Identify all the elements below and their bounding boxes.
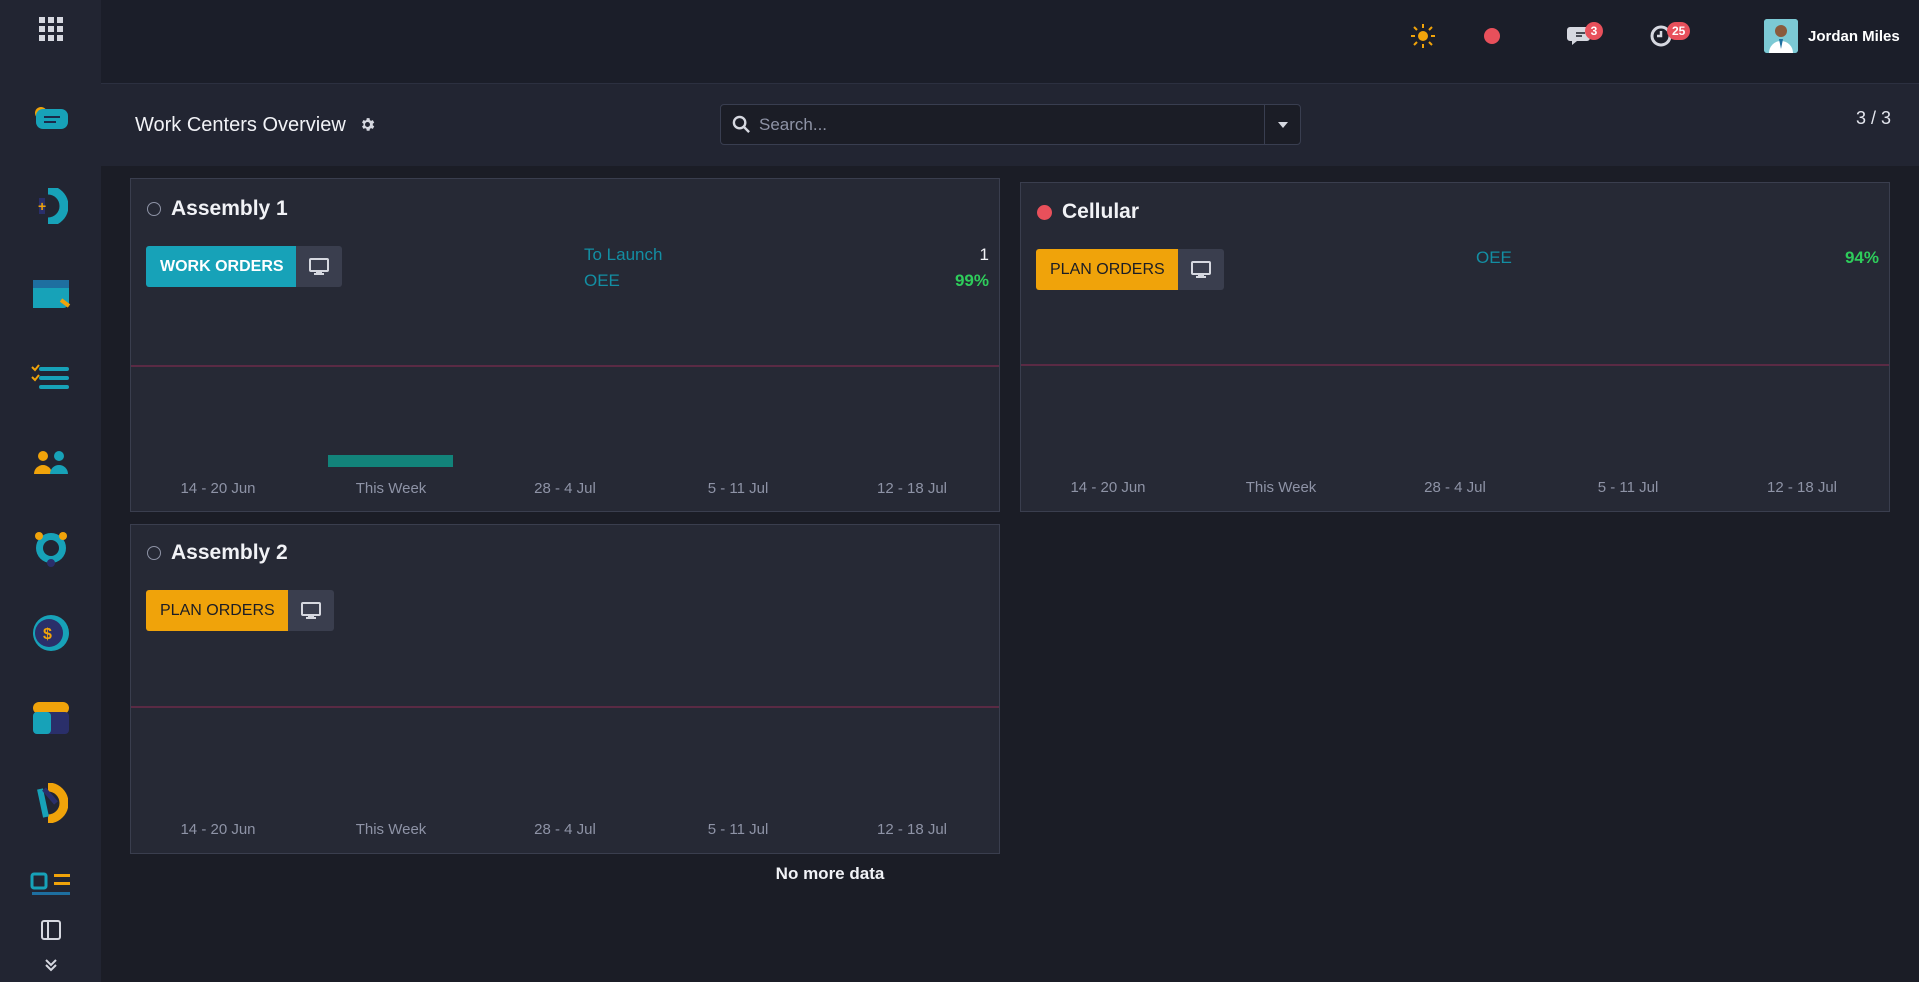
search-options-dropdown[interactable]	[1264, 105, 1300, 144]
discuss-app-icon[interactable]	[28, 96, 74, 142]
x-tick: 14 - 20 Jun	[1070, 479, 1146, 496]
user-menu[interactable]: Jordan Miles	[1764, 0, 1900, 72]
x-tick: This Week	[355, 821, 427, 838]
x-tick: 5 - 11 Jul	[707, 480, 769, 497]
avatar	[1764, 19, 1798, 53]
search-input[interactable]	[759, 105, 1239, 144]
manufacturing-app-icon[interactable]	[28, 525, 74, 571]
apps-grid-icon[interactable]	[28, 6, 74, 52]
sidebar-toggle-icon[interactable]	[28, 907, 74, 953]
plan-orders-button[interactable]: PLAN ORDERS	[146, 590, 289, 631]
planning-app-icon[interactable]	[28, 780, 74, 826]
pager-value[interactable]: 3 / 3	[1856, 108, 1891, 129]
oee-link[interactable]: OEE	[1476, 248, 1512, 268]
workcenter-card-assembly-1[interactable]: Assembly 1 WORK ORDERS To Launch 1 OEE 9…	[130, 178, 1000, 512]
theme-toggle-sun-icon[interactable]	[1409, 0, 1437, 72]
sales-app-icon[interactable]	[28, 270, 74, 316]
activities-button[interactable]: 25	[1649, 0, 1691, 72]
user-name: Jordan Miles	[1808, 27, 1900, 45]
svg-text:+: +	[38, 198, 46, 214]
app-sidebar: + $	[0, 0, 101, 982]
oee-value[interactable]: 94%	[1845, 248, 1879, 268]
x-tick: 14 - 20 Jun	[180, 821, 256, 838]
x-tick: 28 - 4 Jul	[534, 480, 596, 497]
accounting-app-icon[interactable]: $	[28, 610, 74, 656]
caret-down-icon	[1277, 121, 1288, 128]
to-launch-count[interactable]: 1	[980, 245, 989, 265]
search-icon	[732, 115, 751, 139]
to-launch-link[interactable]: To Launch	[584, 245, 662, 265]
tasks-app-icon[interactable]	[28, 355, 74, 401]
chart-baseline	[1021, 364, 1889, 366]
search-bar	[720, 104, 1301, 145]
top-navbar: 3 25 Jordan Miles	[101, 0, 1919, 84]
x-tick: 28 - 4 Jul	[534, 821, 596, 838]
oee-link[interactable]: OEE	[584, 271, 620, 291]
monitor-icon[interactable]	[288, 590, 334, 631]
svg-text:$: $	[43, 626, 52, 643]
status-dot-red[interactable]	[1037, 204, 1052, 220]
x-tick: 12 - 18 Jul	[876, 821, 948, 838]
plan-orders-button[interactable]: PLAN ORDERS	[1036, 249, 1179, 290]
chart-baseline	[131, 706, 999, 708]
workcenter-card-cellular[interactable]: Cellular PLAN ORDERS OEE 94% 14 - 20 Jun…	[1020, 182, 1890, 512]
work-orders-button[interactable]: WORK ORDERS	[146, 246, 298, 287]
card-title[interactable]: Assembly 1	[171, 197, 288, 221]
employees-app-icon[interactable]	[28, 440, 74, 486]
documents-app-icon[interactable]	[28, 860, 74, 906]
kanban-content: Assembly 1 WORK ORDERS To Launch 1 OEE 9…	[110, 166, 1909, 972]
monitor-icon[interactable]	[1178, 249, 1224, 290]
control-panel: Work Centers Overview 3 / 3	[101, 84, 1919, 166]
card-title[interactable]: Assembly 2	[171, 541, 288, 565]
messages-count-badge: 3	[1585, 22, 1603, 40]
x-tick: 28 - 4 Jul	[1424, 479, 1486, 496]
no-more-data-text: No more data	[775, 864, 885, 883]
monitor-icon[interactable]	[296, 246, 342, 287]
x-tick: 5 - 11 Jul	[1597, 479, 1659, 496]
status-dot[interactable]	[147, 202, 161, 216]
status-dot[interactable]	[147, 546, 161, 560]
recording-status-dot[interactable]	[1484, 0, 1500, 72]
oee-value[interactable]: 99%	[955, 271, 989, 291]
gear-icon[interactable]	[359, 116, 376, 138]
expand-more-icon[interactable]	[28, 950, 74, 980]
workcenter-card-assembly-2[interactable]: Assembly 2 PLAN ORDERS 14 - 20 Jun This …	[130, 524, 1000, 854]
activities-count-badge: 25	[1667, 22, 1691, 40]
page-title: Work Centers Overview	[135, 114, 346, 136]
chart-bar-this-week[interactable]	[328, 455, 453, 467]
card-title[interactable]: Cellular	[1062, 200, 1139, 224]
crm-app-icon[interactable]: +	[28, 183, 74, 229]
x-tick: 5 - 11 Jul	[707, 821, 769, 838]
x-tick: This Week	[1245, 479, 1317, 496]
x-tick: This Week	[355, 480, 427, 497]
x-tick: 14 - 20 Jun	[180, 480, 256, 497]
chart-baseline	[131, 365, 999, 367]
x-tick: 12 - 18 Jul	[1766, 479, 1838, 496]
inventory-app-icon[interactable]	[28, 695, 74, 741]
messages-button[interactable]: 3	[1567, 0, 1603, 72]
x-tick: 12 - 18 Jul	[876, 480, 948, 497]
